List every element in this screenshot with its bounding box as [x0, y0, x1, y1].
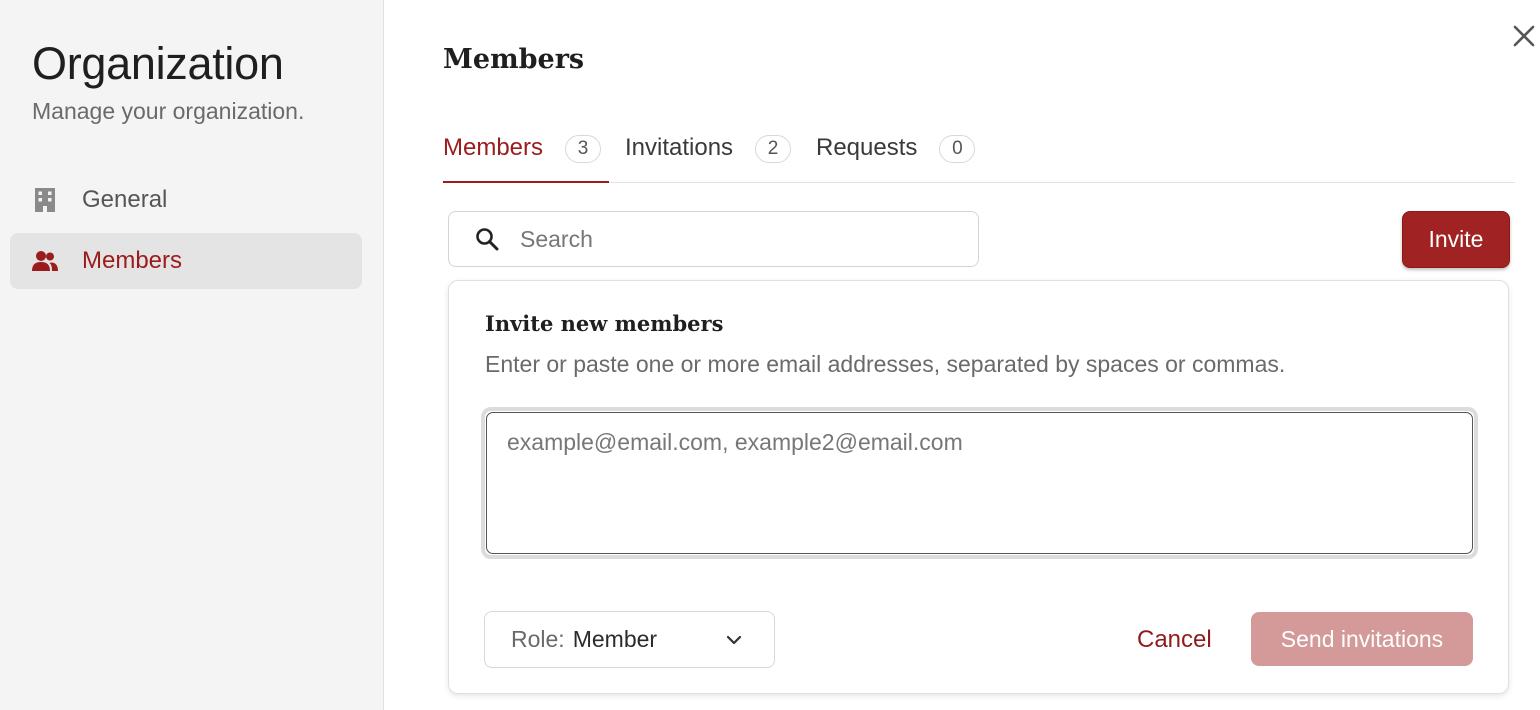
search-icon [474, 226, 500, 252]
search-input[interactable] [520, 225, 960, 253]
sidebar-title: Organization [32, 38, 284, 89]
close-button[interactable] [1508, 22, 1540, 54]
sidebar-item-members[interactable]: Members [10, 233, 362, 289]
invite-panel: Invite new members Enter or paste one or… [448, 280, 1509, 694]
search-box[interactable] [448, 211, 979, 267]
tab-count-badge: 0 [939, 135, 976, 163]
sidebar-item-label: Members [82, 247, 183, 274]
send-invitations-button[interactable]: Send invitations [1251, 612, 1473, 666]
tab-count-badge: 3 [565, 135, 602, 163]
tab-label: Members [443, 134, 544, 161]
tab-requests[interactable]: Requests 0 [816, 126, 976, 183]
tab-members[interactable]: Members 3 [443, 126, 609, 183]
page-title: Members [443, 44, 585, 75]
tab-bar: Members 3 Invitations 2 Requests 0 [442, 126, 1515, 183]
email-addresses-input[interactable] [486, 412, 1473, 554]
email-input-wrapper [481, 407, 1478, 559]
invite-panel-title: Invite new members [485, 311, 724, 336]
sidebar: Organization Manage your organization. G… [0, 0, 384, 710]
invite-panel-description: Enter or paste one or more email address… [485, 351, 1286, 377]
users-icon [32, 248, 58, 274]
sidebar-item-label: General [82, 186, 168, 213]
role-select-label: Role: [511, 626, 565, 652]
tab-count-badge: 2 [755, 135, 792, 163]
close-icon [1512, 24, 1536, 53]
tab-invitations[interactable]: Invitations 2 [625, 126, 792, 183]
invite-button[interactable]: Invite [1402, 211, 1510, 268]
building-icon [32, 187, 58, 213]
sidebar-subtitle: Manage your organization. [32, 98, 305, 124]
tab-label: Requests [816, 134, 918, 161]
chevron-down-icon [724, 630, 744, 650]
role-select[interactable]: Role: Member [484, 611, 775, 668]
tab-label: Invitations [625, 134, 734, 161]
role-select-value: Member [572, 626, 658, 652]
sidebar-item-general[interactable]: General [10, 172, 362, 228]
cancel-button[interactable]: Cancel [1137, 612, 1212, 667]
